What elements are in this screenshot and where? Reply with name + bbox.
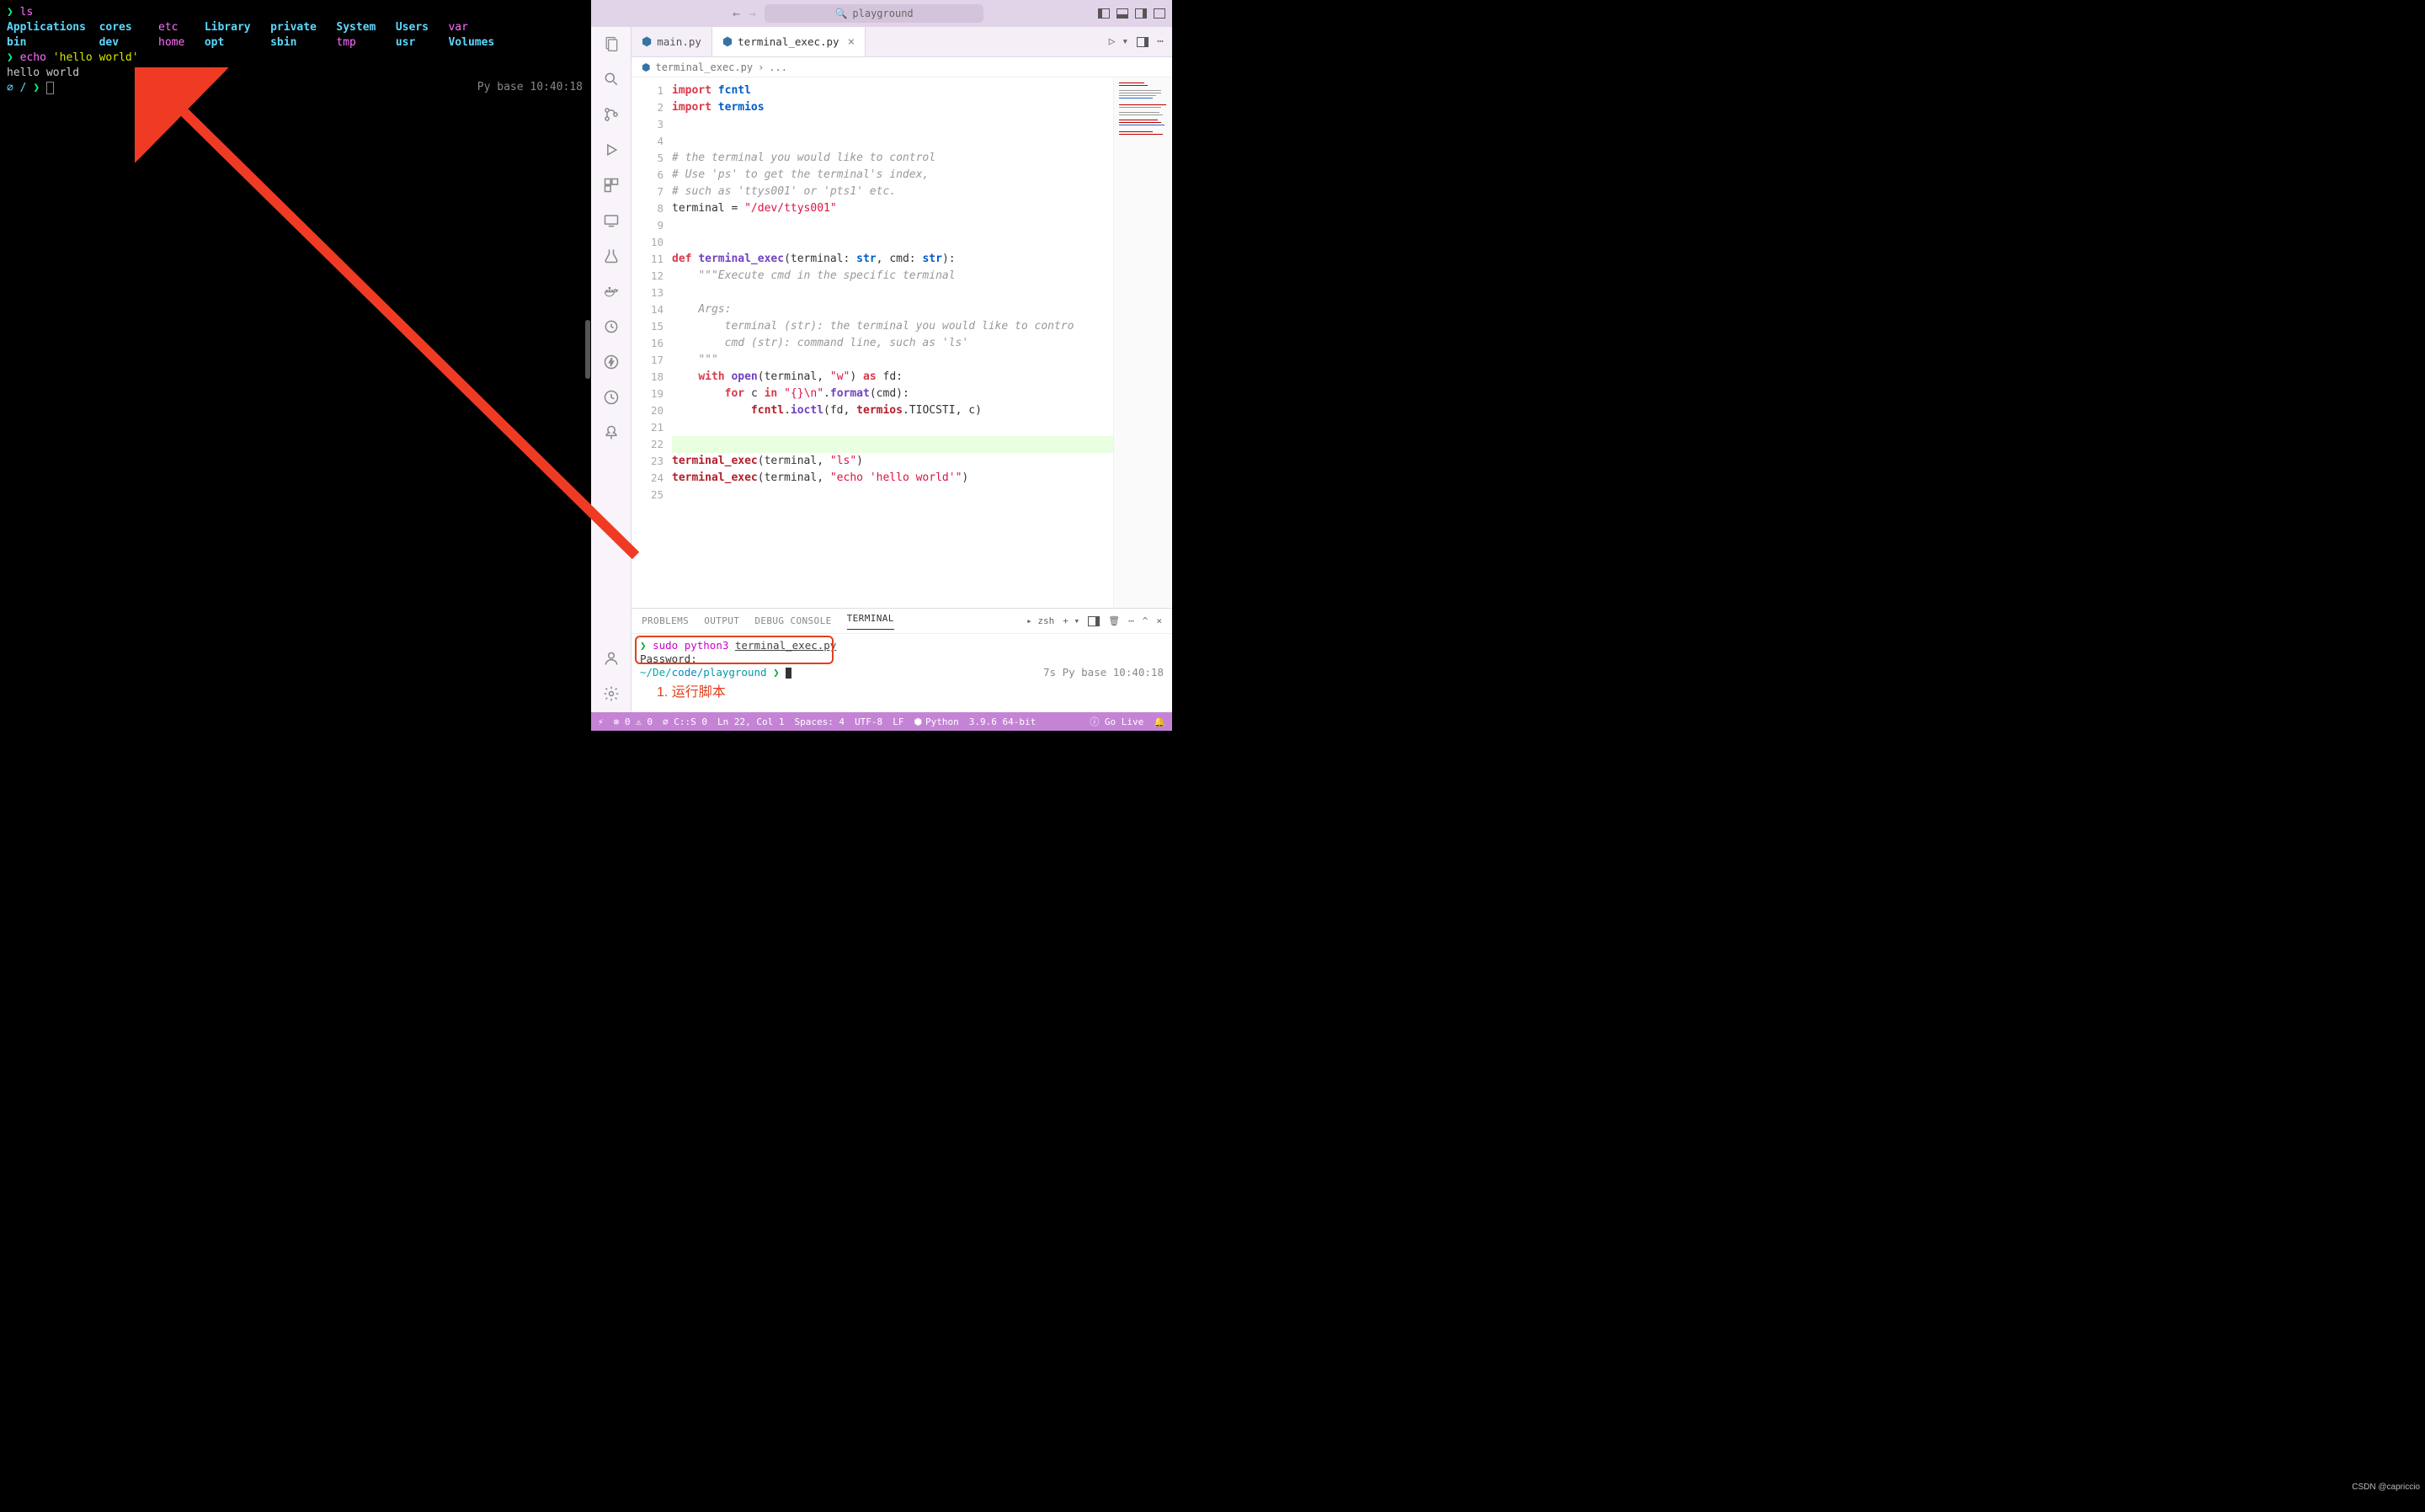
python-icon: ⬢ <box>642 35 652 49</box>
layout-sidebar-left-icon[interactable] <box>1098 8 1110 19</box>
testing-icon[interactable] <box>601 246 621 266</box>
nav-forward-icon[interactable]: → <box>749 6 756 21</box>
tab-label: main.py <box>657 35 701 48</box>
indentation[interactable]: Spaces: 4 <box>794 716 845 727</box>
prompt-icon: ❯ <box>33 82 46 94</box>
maximize-panel-icon[interactable]: ^ <box>1143 615 1149 626</box>
close-panel-icon[interactable]: × <box>1156 615 1162 626</box>
trash-icon[interactable]: 🗑 <box>1108 615 1120 626</box>
cspell-indicator[interactable]: ⌀ C::S 0 <box>663 716 707 727</box>
ls-output-row: bin dev home opt sbin tmp usr Volumes <box>7 35 584 51</box>
code-content[interactable]: import fcntlimport termios # the termina… <box>672 77 1113 608</box>
line-numbers: 1234567891011121314151617181920212223242… <box>632 77 672 608</box>
accounts-icon[interactable] <box>601 648 621 668</box>
bolt-icon[interactable] <box>601 352 621 372</box>
command-center[interactable]: 🔍 playground <box>765 4 983 23</box>
minimap[interactable] <box>1113 77 1172 608</box>
breadcrumb-symbol: ... <box>769 61 787 73</box>
terminal-output: Password: <box>640 652 1164 666</box>
external-terminal[interactable]: ❯ ls Applications cores etc Library priv… <box>0 0 591 731</box>
run-icon[interactable]: ▷ ▾ <box>1109 35 1128 48</box>
terminal-status-right: 7s Py base 10:40:18 <box>1043 666 1164 679</box>
search-icon[interactable] <box>601 69 621 89</box>
problems-indicator[interactable]: ⊗ 0 ⚠ 0 <box>614 716 653 727</box>
panel-tabs: PROBLEMS OUTPUT DEBUG CONSOLE TERMINAL ▸… <box>632 609 1172 634</box>
settings-sync-icon[interactable] <box>601 317 621 337</box>
search-placeholder: playground <box>852 8 913 19</box>
tab-terminal-exec-py[interactable]: ⬢ terminal_exec.py × <box>712 27 866 56</box>
vscode-window: ← → 🔍 playground <box>591 0 1172 731</box>
nav-back-icon[interactable]: ← <box>733 6 740 21</box>
ls-output-row: Applications cores etc Library private S… <box>7 20 584 35</box>
terminal-status-left: ∅ / <box>7 82 33 94</box>
terminal-shell-label[interactable]: ▸ zsh <box>1026 615 1054 626</box>
tree-icon[interactable] <box>601 423 621 443</box>
prompt-icon: ❯ <box>640 639 647 652</box>
terminal-arg: terminal_exec.py <box>735 639 836 652</box>
integrated-terminal[interactable]: ❯ sudo python3 terminal_exec.py Password… <box>632 634 1172 712</box>
panel-tab-debug-console[interactable]: DEBUG CONSOLE <box>754 615 831 626</box>
history-icon[interactable] <box>601 387 621 407</box>
more-icon[interactable]: ⋯ <box>1128 615 1134 626</box>
breadcrumb-sep: › <box>758 61 764 73</box>
annotation-text: 1. 运行脚本 <box>657 686 1164 700</box>
more-icon[interactable]: ⋯ <box>1157 35 1164 48</box>
run-debug-icon[interactable] <box>601 140 621 160</box>
eol[interactable]: LF <box>893 716 903 727</box>
scrollbar[interactable] <box>585 320 590 379</box>
python-icon: ⬢ <box>722 35 733 49</box>
terminal-arg: 'hello world' <box>53 51 139 64</box>
split-editor-icon[interactable] <box>1137 37 1149 47</box>
breadcrumb-file: terminal_exec.py <box>655 61 753 73</box>
editor-tabs: ⬢ main.py ⬢ terminal_exec.py × ▷ ▾ ⋯ <box>632 27 1172 57</box>
layout-sidebar-right-icon[interactable] <box>1135 8 1147 19</box>
extensions-icon[interactable] <box>601 175 621 195</box>
panel-tab-problems[interactable]: PROBLEMS <box>642 615 689 626</box>
go-live[interactable]: ⓘ Go Live <box>1090 715 1143 728</box>
breadcrumb[interactable]: ⬢ terminal_exec.py › ... <box>632 57 1172 77</box>
nav-arrows: ← → <box>733 6 756 21</box>
terminal-path: playground <box>703 666 766 679</box>
panel-tab-output[interactable]: OUTPUT <box>704 615 739 626</box>
layout-panel-icon[interactable] <box>1117 8 1128 19</box>
tab-main-py[interactable]: ⬢ main.py <box>632 27 712 56</box>
prompt-icon: ❯ <box>7 6 20 19</box>
prompt-icon: ❯ <box>773 666 780 679</box>
terminal-path: code/ <box>672 666 704 679</box>
cursor-position[interactable]: Ln 22, Col 1 <box>717 716 784 727</box>
new-terminal-icon[interactable]: + ▾ <box>1063 615 1079 626</box>
layout-customize-icon[interactable] <box>1154 8 1165 19</box>
bottom-panel: PROBLEMS OUTPUT DEBUG CONSOLE TERMINAL ▸… <box>632 608 1172 712</box>
python-interpreter[interactable]: 3.9.6 64-bit <box>969 716 1036 727</box>
language-mode[interactable]: ⬢ Python <box>914 716 958 727</box>
terminal-path: ~/De/ <box>640 666 672 679</box>
titlebar: ← → 🔍 playground <box>591 0 1172 27</box>
source-control-icon[interactable] <box>601 104 621 125</box>
encoding[interactable]: UTF-8 <box>855 716 882 727</box>
cursor-icon <box>46 82 54 94</box>
code-editor[interactable]: 1234567891011121314151617181920212223242… <box>632 77 1172 608</box>
tab-label: terminal_exec.py <box>738 35 839 48</box>
activity-bar <box>591 27 632 712</box>
close-icon[interactable]: × <box>848 35 855 49</box>
remote-explorer-icon[interactable] <box>601 210 621 231</box>
explorer-icon[interactable] <box>601 34 621 54</box>
terminal-status-right: Py base 10:40:18 <box>477 81 583 93</box>
watermark: CSDN @capriccio <box>2352 1483 2420 1492</box>
terminal-cmd: echo <box>20 51 46 64</box>
remote-indicator[interactable]: ⚡ <box>598 716 604 727</box>
terminal-output: hello world <box>7 66 584 81</box>
search-icon: 🔍 <box>834 8 847 19</box>
terminal-cmd: sudo python3 <box>653 639 728 652</box>
prompt-icon: ❯ <box>7 51 20 64</box>
python-icon: ⬢ <box>642 61 650 73</box>
notifications-icon[interactable]: 🔔 <box>1154 715 1165 728</box>
docker-icon[interactable] <box>601 281 621 301</box>
settings-gear-icon[interactable] <box>601 684 621 704</box>
terminal-cmd: ls <box>20 6 34 19</box>
split-terminal-icon[interactable] <box>1088 616 1100 626</box>
cursor-icon <box>786 668 791 679</box>
status-bar: ⚡ ⊗ 0 ⚠ 0 ⌀ C::S 0 Ln 22, Col 1 Spaces: … <box>591 712 1172 731</box>
panel-tab-terminal[interactable]: TERMINAL <box>847 613 894 630</box>
